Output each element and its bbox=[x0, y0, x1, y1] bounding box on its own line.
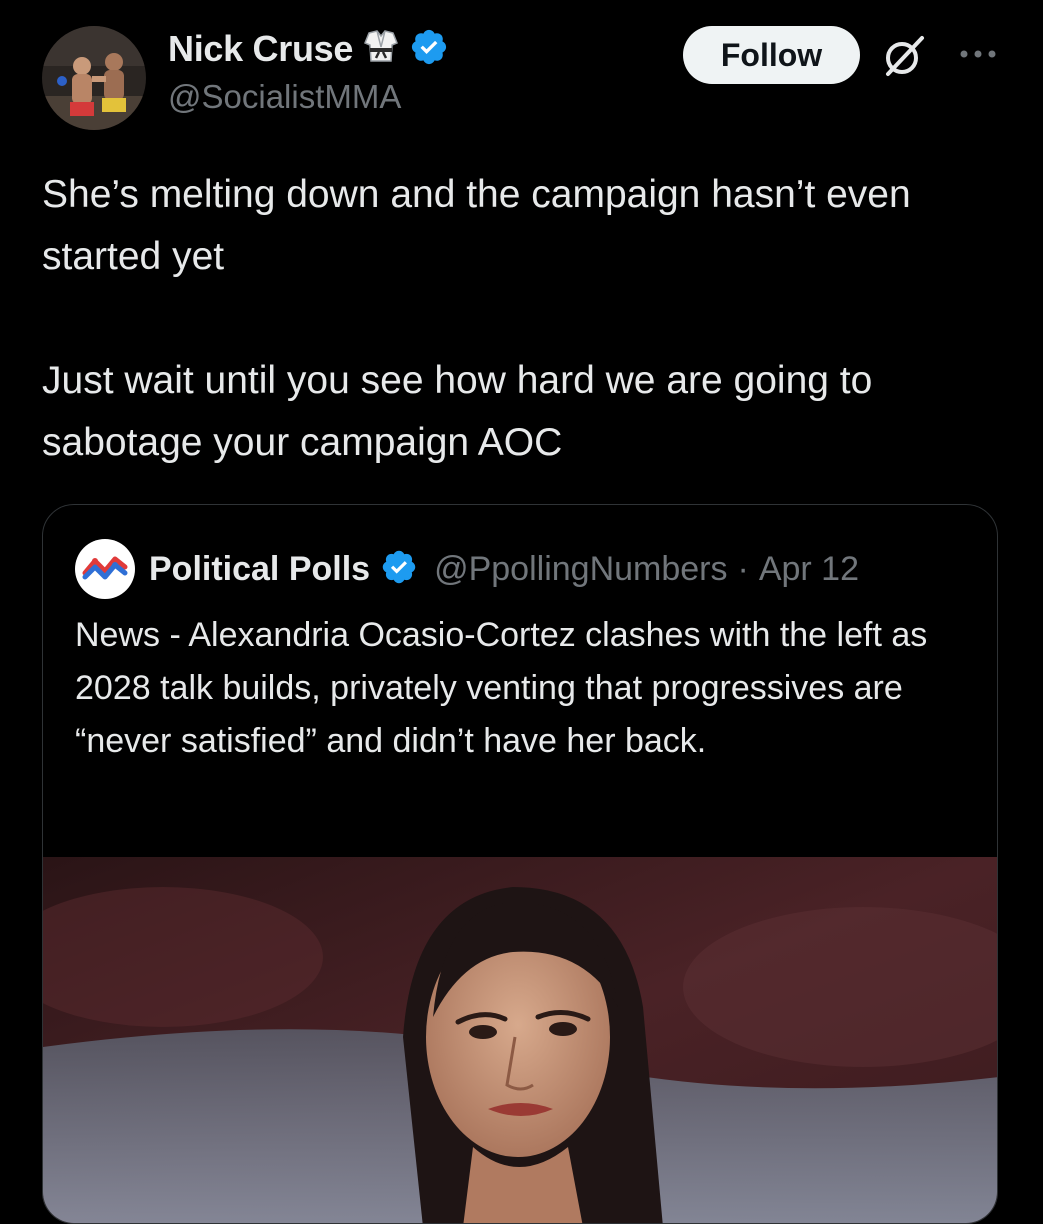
grok-icon[interactable] bbox=[880, 32, 928, 80]
quoted-post[interactable]: Political Polls @PpollingNumbers · Apr 1… bbox=[42, 504, 998, 1224]
verified-badge-icon[interactable] bbox=[380, 548, 418, 591]
quoted-author-avatar[interactable] bbox=[75, 539, 135, 599]
more-options-icon[interactable] bbox=[956, 42, 1000, 66]
post-header: Nick Cruse @SocialistMMA Follow bbox=[0, 0, 1043, 140]
post-text-paragraph: She’s melting down and the campaign hasn… bbox=[42, 173, 911, 278]
karate-gi-icon bbox=[361, 27, 401, 72]
author-handle[interactable]: @SocialistMMA bbox=[168, 78, 401, 116]
quoted-post-header: Political Polls @PpollingNumbers · Apr 1… bbox=[75, 539, 859, 599]
quoted-author-display-name[interactable]: Political Polls bbox=[149, 550, 370, 589]
quoted-post-text: News - Alexandria Ocasio-Cortez clashes … bbox=[75, 616, 928, 760]
quoted-author-handle[interactable]: @PpollingNumbers bbox=[434, 550, 727, 589]
post-text-paragraph: Just wait until you see how hard we are … bbox=[42, 359, 873, 464]
separator-dot: · bbox=[737, 549, 749, 588]
author-display-name[interactable]: Nick Cruse bbox=[168, 28, 353, 70]
follow-button[interactable]: Follow bbox=[683, 26, 860, 84]
quoted-post-date[interactable]: Apr 12 bbox=[759, 550, 859, 589]
post-text: She’s melting down and the campaign hasn… bbox=[42, 164, 1002, 474]
verified-badge-icon[interactable] bbox=[409, 27, 449, 72]
quoted-post-image[interactable] bbox=[43, 857, 997, 1223]
author-name-row: Nick Cruse bbox=[168, 26, 449, 72]
author-avatar[interactable] bbox=[42, 26, 146, 130]
